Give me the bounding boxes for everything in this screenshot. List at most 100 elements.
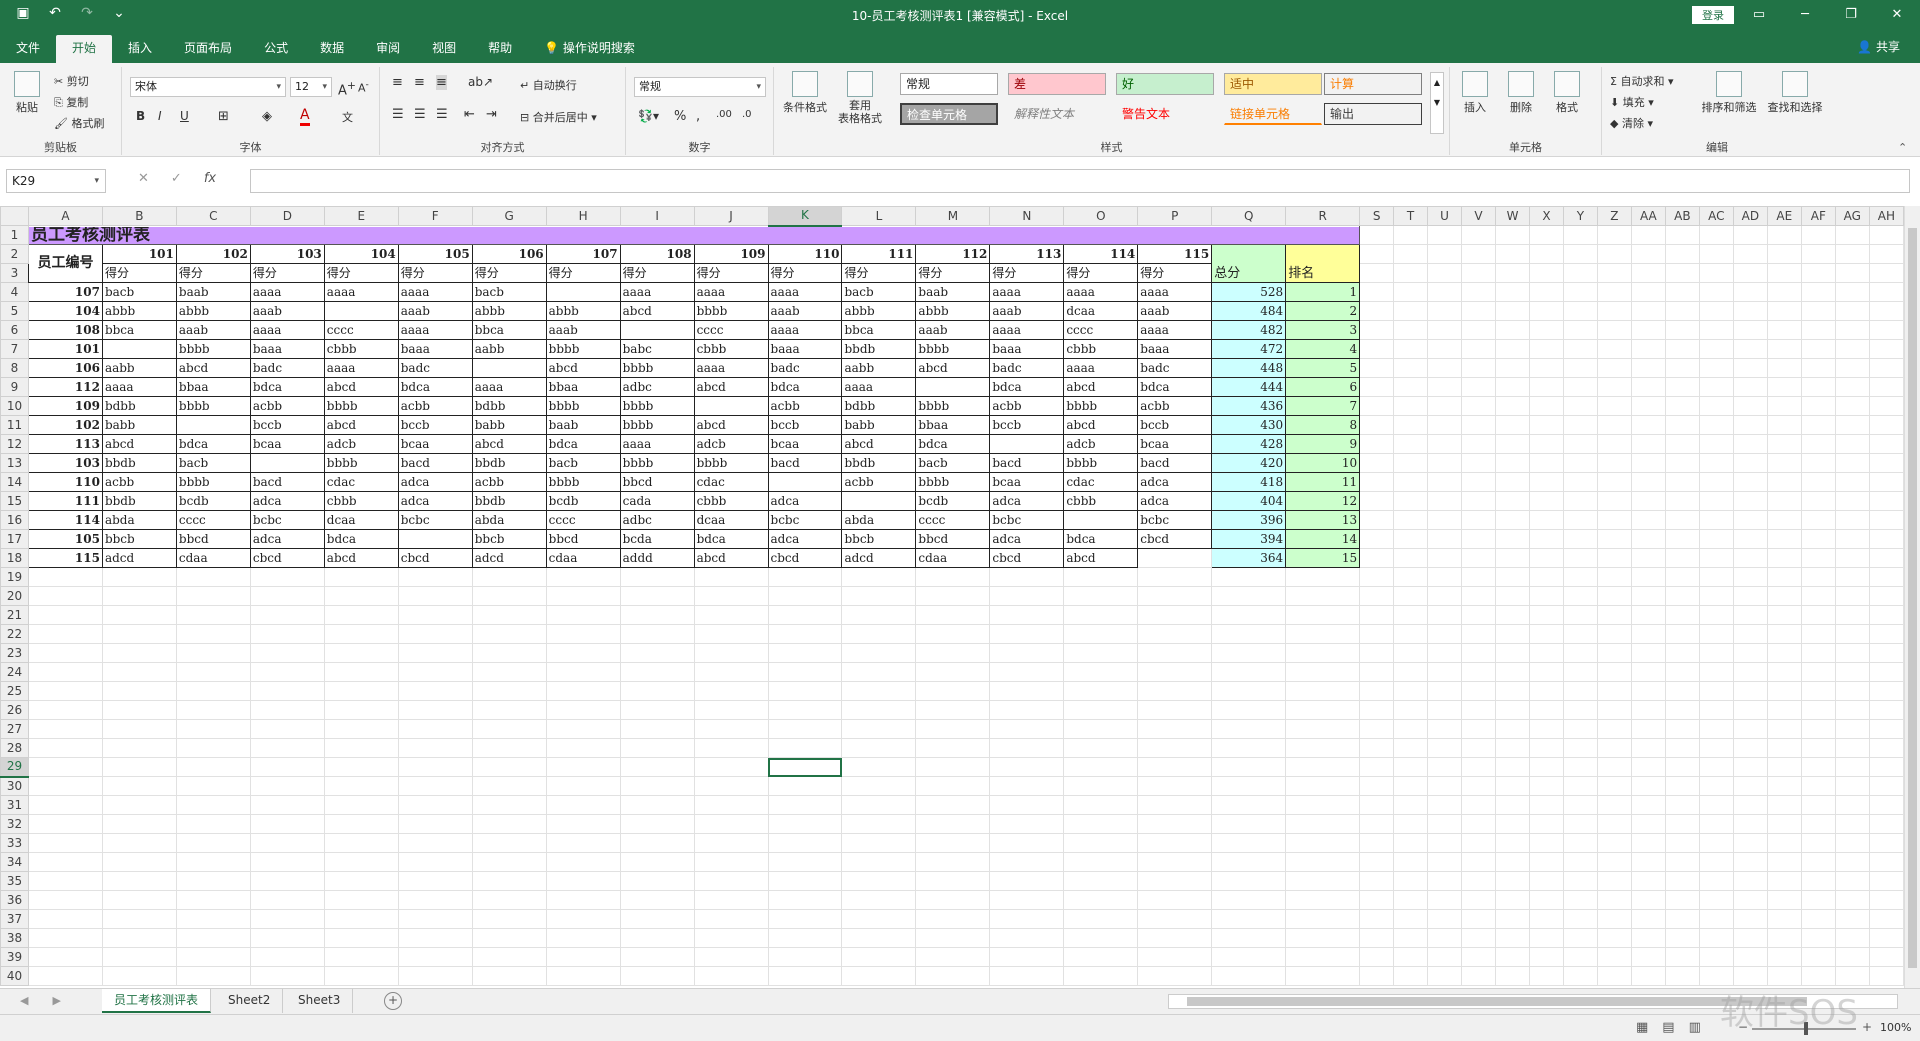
cell[interactable] [619,567,695,587]
cell[interactable] [989,719,1065,739]
cell[interactable] [175,814,251,834]
employee-id[interactable]: 111 [27,491,103,511]
cell[interactable] [1528,377,1564,397]
font-color-icon[interactable]: A [300,107,310,126]
cell[interactable] [471,890,547,910]
cell[interactable] [175,833,251,853]
cell[interactable] [1393,966,1429,986]
cell[interactable] [545,681,621,701]
score-cell[interactable]: bbcd [175,529,251,549]
score-label[interactable]: 得分 [767,263,843,283]
cell[interactable] [1528,757,1564,777]
score-label[interactable]: 得分 [397,263,473,283]
cell[interactable] [767,833,843,853]
cell[interactable] [1664,719,1700,739]
cell[interactable] [1427,263,1463,283]
column-header-Q[interactable]: Q [1211,206,1287,226]
score-cell[interactable]: abcd [471,434,547,454]
score-cell[interactable]: acbb [397,396,473,416]
cell[interactable] [767,947,843,967]
total-score[interactable]: 428 [1211,434,1287,454]
cell[interactable] [1766,624,1802,644]
cell[interactable] [1063,814,1139,834]
cell[interactable] [619,795,695,815]
cell[interactable] [175,624,251,644]
increase-indent-icon[interactable]: ⇥ [486,107,497,122]
cell[interactable] [1698,225,1734,245]
cell[interactable] [1461,282,1497,302]
cell[interactable] [619,871,695,891]
cell[interactable] [767,719,843,739]
style-warning[interactable]: 警告文本 [1116,103,1214,125]
score-cell[interactable]: cdac [1063,472,1139,492]
cell[interactable] [1766,662,1802,682]
cell[interactable] [1393,358,1429,378]
employee-id[interactable]: 112 [27,377,103,397]
score-cell[interactable]: aaab [767,301,843,321]
cell[interactable] [989,776,1065,796]
cell[interactable] [1698,434,1734,454]
cell[interactable] [1834,358,1870,378]
style-neutral[interactable]: 适中 [1224,73,1322,95]
cancel-icon[interactable]: ✕ [138,171,149,186]
cell[interactable] [1137,605,1213,625]
score-cell[interactable] [323,301,399,321]
cell[interactable] [323,890,399,910]
cell[interactable] [693,928,769,948]
score-cell[interactable]: bdca [915,434,991,454]
score-cell[interactable]: bacd [1137,453,1213,473]
score-cell[interactable]: aaab [915,320,991,340]
cell[interactable] [693,776,769,796]
cell[interactable] [841,776,917,796]
cell[interactable] [1528,871,1564,891]
employee-id[interactable]: 115 [27,548,103,568]
score-cell[interactable]: bacb [175,453,251,473]
cell[interactable] [101,852,177,872]
total-score[interactable]: 528 [1211,282,1287,302]
cell[interactable] [1393,586,1429,606]
score-cell[interactable] [397,529,473,549]
cell[interactable] [1461,719,1497,739]
cell[interactable] [1664,453,1700,473]
cell[interactable] [1137,947,1213,967]
cell[interactable] [1664,738,1700,758]
increase-font-icon[interactable]: A+ [338,79,356,98]
cell[interactable] [1495,529,1530,549]
format-painter-button[interactable]: 🖌 格式刷 [54,115,104,131]
score-label[interactable]: 得分 [101,263,177,283]
cell[interactable] [1766,871,1802,891]
cell[interactable] [249,833,325,853]
score-cell[interactable] [1137,548,1213,568]
cell[interactable] [693,833,769,853]
cell[interactable] [101,643,177,663]
cell[interactable] [249,890,325,910]
cell[interactable] [1285,681,1361,701]
row-header-32[interactable]: 32 [0,814,29,834]
cell[interactable] [1698,681,1734,701]
cell[interactable] [1393,339,1429,359]
select-all-corner[interactable] [0,206,29,226]
cell[interactable] [1562,795,1598,815]
cell[interactable] [1868,548,1904,568]
cell[interactable] [1528,833,1564,853]
wrap-text-button[interactable]: ↵ 自动换行 [520,77,577,93]
cell[interactable] [27,852,103,872]
cell[interactable] [1211,871,1287,891]
cell[interactable] [1528,814,1564,834]
cell[interactable] [1630,700,1666,720]
tell-me-search[interactable]: 💡 操作说明搜索 [528,35,651,63]
cell[interactable] [693,643,769,663]
cell[interactable] [1664,966,1700,986]
cell[interactable] [545,700,621,720]
cell[interactable] [1393,757,1429,777]
cell[interactable] [1834,700,1870,720]
cell[interactable] [1664,567,1700,587]
score-cell[interactable]: acbb [471,472,547,492]
cell[interactable] [1562,757,1598,777]
cell[interactable] [27,814,103,834]
cell[interactable] [101,833,177,853]
cell[interactable] [1359,852,1395,872]
cell[interactable] [1698,738,1734,758]
score-cell[interactable]: badc [989,358,1065,378]
cell[interactable] [1063,757,1139,777]
